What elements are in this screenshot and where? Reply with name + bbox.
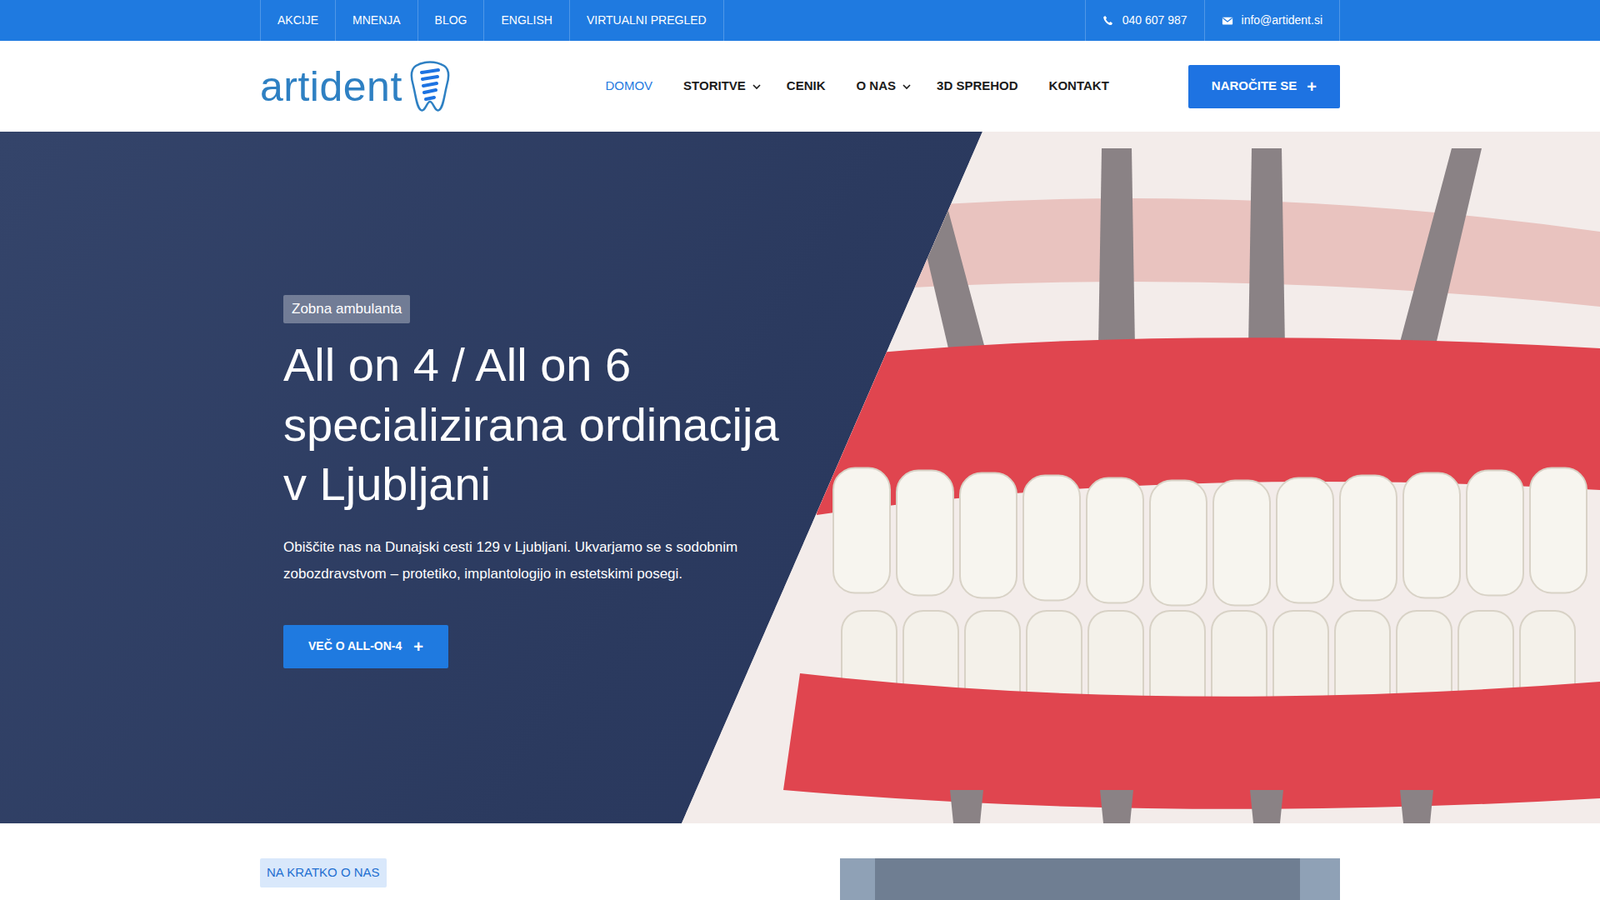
top-link[interactable]: VIRTUALNI PREGLED [569,0,725,41]
envelope-icon [1221,15,1234,27]
hero-badge: Zobna ambulanta [283,295,410,324]
hero-button-label: VEČ O ALL-ON-4 [308,637,402,655]
top-bar: AKCIJEMNENJABLOGENGLISHVIRTUALNI PREGLED… [0,0,1600,41]
hero-content: Zobna ambulanta All on 4 / All on 6specia… [260,286,1340,668]
nav-item: O NAS [856,70,913,103]
logo-text: artident [260,65,403,108]
hero-button[interactable]: VEČ O ALL-ON-4 + [283,625,449,669]
nav-item: KONTAKT [1049,70,1115,103]
top-link[interactable]: ENGLISH [483,0,569,41]
nav-link[interactable]: O NAS [856,70,913,103]
nav-label: O NAS [856,76,897,96]
nav-menu: DOMOV STORITVE CENIK O NAS 3D SPREHOD KONTAKT [605,70,1115,103]
top-link[interactable]: MNENJA [335,0,418,41]
main-navbar: artident DOMOV STORITVE CENIK O NAS 3D SPREHO… [0,40,1600,132]
tooth-logo-icon [409,60,451,113]
email-link[interactable]: info@artident.si [1204,0,1340,41]
top-link[interactable]: AKCIJE [260,0,335,41]
phone-icon [1102,15,1115,27]
nav-label: 3D SPREHOD [936,76,1019,96]
plus-icon: + [413,638,424,655]
phone-number: 040 607 987 [1122,11,1188,30]
nav-label: STORITVE [683,76,746,96]
nav-item: STORITVE [683,70,762,103]
about-photo [840,858,1340,900]
nav-label: KONTAKT [1049,76,1110,96]
chevron-down-icon [751,81,762,92]
implant-illustration [0,131,1600,824]
booking-label: NAROČITE SE [1211,76,1298,96]
about-badge: NA KRATKO O NAS [260,858,387,888]
about-section: NA KRATKO O NAS [0,823,1600,900]
nav-link[interactable]: KONTAKT [1049,70,1115,103]
nav-item: 3D SPREHOD [936,70,1025,103]
chevron-down-icon [901,81,912,92]
nav-link[interactable]: DOMOV [605,70,659,103]
nav-link[interactable]: 3D SPREHOD [936,70,1025,103]
phone-link[interactable]: 040 607 987 [1085,0,1205,41]
hero-title: All on 4 / All on 6specializirana ordina… [283,335,1340,515]
dropdown-marker [901,81,912,92]
nav-label: CENIK [786,76,826,96]
nav-item: CENIK [786,70,832,103]
logo[interactable]: artident [260,60,451,113]
nav-label: DOMOV [605,76,653,96]
nav-item: DOMOV [605,70,659,103]
email-address: info@artident.si [1241,11,1323,30]
hero-title-line: specializirana ordinacija [283,395,1340,455]
plus-icon: + [1306,78,1317,95]
hero-text: Obiščite nas na Dunajski cesti 129 v Lju… [283,534,784,589]
top-links: AKCIJEMNENJABLOGENGLISHVIRTUALNI PREGLED [260,0,725,41]
nav-link[interactable]: CENIK [786,70,832,103]
booking-button[interactable]: NAROČITE SE + [1188,65,1340,109]
top-link[interactable]: BLOG [417,0,485,41]
hero-title-line: v Ljubljani [283,454,1340,515]
dropdown-marker [751,81,762,92]
hero-title-line: All on 4 / All on 6 [283,335,1340,395]
contacts: 040 607 987 info@artident.si [1085,0,1340,41]
hero: Zobna ambulanta All on 4 / All on 6specia… [0,131,1600,824]
nav-link[interactable]: STORITVE [683,70,762,103]
